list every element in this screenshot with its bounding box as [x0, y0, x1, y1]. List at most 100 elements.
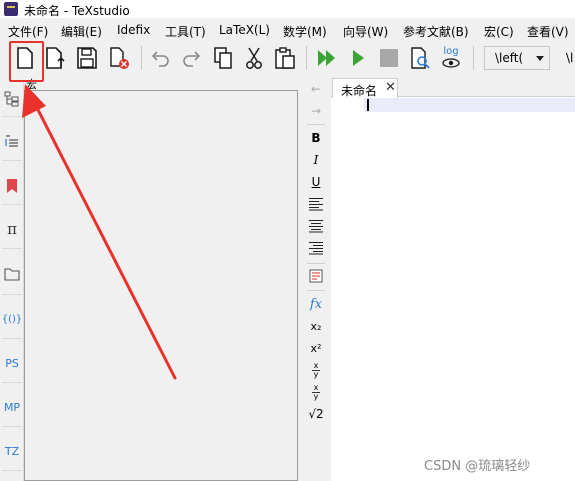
- undo-icon: [151, 51, 169, 67]
- format-toolbar: ← → B I U fx x₂ x² x y x y √2: [304, 80, 328, 481]
- subscript-button[interactable]: x₂: [306, 317, 326, 335]
- fraction-denominator: y: [313, 369, 319, 379]
- menu-math[interactable]: 数学(M): [283, 23, 327, 40]
- dock-separator: [2, 338, 22, 339]
- align-right-icon: [309, 241, 323, 255]
- math-mode-button[interactable]: fx: [306, 295, 326, 313]
- close-icon[interactable]: ✕: [385, 80, 396, 95]
- open-file-icon: [46, 47, 65, 69]
- align-left-icon: [309, 197, 323, 211]
- left-delimiter-value: \left(: [495, 51, 524, 65]
- menu-file[interactable]: 文件(F): [8, 23, 48, 40]
- dfrac-denominator: y: [313, 391, 319, 401]
- dfrac-button[interactable]: x y: [306, 383, 326, 401]
- table-icon: [309, 269, 323, 283]
- paste-button[interactable]: [272, 44, 298, 72]
- open-file-button[interactable]: [42, 44, 68, 72]
- fraction-button[interactable]: x y: [306, 361, 326, 379]
- todo-list-icon: [5, 135, 18, 147]
- tab-label: 未命名: [341, 84, 378, 98]
- compile-button[interactable]: [345, 44, 371, 72]
- redo-button[interactable]: [178, 44, 204, 72]
- redo-icon: [183, 51, 201, 67]
- align-left-button[interactable]: [306, 195, 326, 213]
- sqrt-button[interactable]: √2: [306, 405, 326, 423]
- left-sidebar-dock: π {()} PS MP TZ: [0, 82, 24, 481]
- bookmarks-icon: [7, 179, 17, 193]
- menu-wizards[interactable]: 向导(W): [343, 23, 388, 40]
- save-button[interactable]: [74, 44, 100, 72]
- toolbar-separator: [141, 46, 142, 70]
- editor-tab-strip: 未命名 ✕: [331, 76, 575, 98]
- forward-button[interactable]: →: [306, 102, 326, 120]
- view-pdf-icon: [411, 47, 430, 69]
- menu-edit[interactable]: 编辑(E): [61, 23, 102, 40]
- toolbar-separator: [307, 263, 325, 264]
- menu-latex[interactable]: LaTeX(L): [219, 23, 270, 37]
- menu-idefix[interactable]: Idefix: [117, 23, 150, 37]
- editor-area[interactable]: 未命名 ✕: [331, 76, 575, 481]
- bold-button[interactable]: B: [306, 129, 326, 147]
- view-log-button[interactable]: log: [438, 44, 464, 72]
- annotation-highlight-box: [9, 41, 44, 82]
- back-button[interactable]: ←: [306, 80, 326, 98]
- todo-list-button[interactable]: [3, 132, 21, 150]
- structure-tree-icon: [4, 91, 19, 107]
- watermark: CSDN @琉璃轻纱: [424, 459, 531, 474]
- align-center-icon: [309, 219, 323, 233]
- align-center-button[interactable]: [306, 217, 326, 235]
- current-line-highlight: [364, 98, 575, 112]
- align-right-button[interactable]: [306, 239, 326, 257]
- files-button[interactable]: [3, 265, 21, 283]
- superscript-button[interactable]: x²: [306, 339, 326, 357]
- save-icon: [77, 47, 97, 69]
- stop-button[interactable]: [376, 44, 402, 72]
- build-and-view-button[interactable]: [314, 44, 340, 72]
- fraction-numerator: x: [313, 360, 319, 370]
- build-and-view-icon: [318, 50, 335, 66]
- undo-button[interactable]: [148, 44, 174, 72]
- structure-panel[interactable]: [24, 90, 298, 481]
- menu-tools[interactable]: 工具(T): [165, 23, 206, 40]
- dock-separator: [2, 204, 22, 205]
- paste-icon: [275, 47, 295, 69]
- window-title: 未命名 - TeXstudio: [24, 4, 130, 18]
- menu-bar: 文件(F) 编辑(E) Idefix 工具(T) LaTeX(L) 数学(M) …: [0, 20, 575, 40]
- dock-separator: [2, 248, 22, 249]
- chevron-down-icon: [536, 56, 544, 61]
- metapost-label: MP: [3, 400, 21, 414]
- dock-separator: [2, 382, 22, 383]
- dock-separator: [2, 294, 22, 295]
- tab-untitled[interactable]: 未命名 ✕: [332, 78, 398, 98]
- dock-separator: [2, 426, 22, 427]
- underline-button[interactable]: U: [306, 173, 326, 191]
- symbols-button[interactable]: π: [3, 220, 21, 238]
- dock-separator: [2, 116, 22, 117]
- bookmarks-button[interactable]: [3, 177, 21, 195]
- left-delimiter-select[interactable]: \left(: [484, 46, 550, 70]
- braces-button[interactable]: {()}: [1, 310, 23, 328]
- menu-view[interactable]: 查看(V): [527, 23, 569, 40]
- files-folder-icon: [4, 268, 20, 281]
- tikz-label: TZ: [4, 444, 20, 458]
- braces-icon: {()}: [1, 313, 23, 325]
- menu-macros[interactable]: 宏(C): [484, 23, 514, 40]
- symbols-pi-icon: π: [7, 220, 17, 238]
- metapost-button[interactable]: MP: [3, 398, 21, 416]
- dock-separator: [2, 160, 22, 161]
- italic-button[interactable]: I: [306, 151, 326, 169]
- copy-button[interactable]: [210, 44, 236, 72]
- menu-bibliography[interactable]: 参考文献(B): [403, 23, 469, 40]
- copy-icon: [214, 47, 232, 69]
- structure-button[interactable]: [3, 90, 21, 108]
- cut-icon: [246, 47, 262, 69]
- pstricks-button[interactable]: PS: [3, 354, 21, 372]
- close-file-button[interactable]: [106, 44, 132, 72]
- insert-table-button[interactable]: [306, 267, 326, 285]
- dock-separator: [2, 470, 22, 471]
- view-pdf-button[interactable]: [407, 44, 433, 72]
- texstudio-app-icon: [4, 2, 18, 16]
- toolbar-separator: [307, 124, 325, 125]
- tikz-button[interactable]: TZ: [3, 442, 21, 460]
- cut-button[interactable]: [241, 44, 267, 72]
